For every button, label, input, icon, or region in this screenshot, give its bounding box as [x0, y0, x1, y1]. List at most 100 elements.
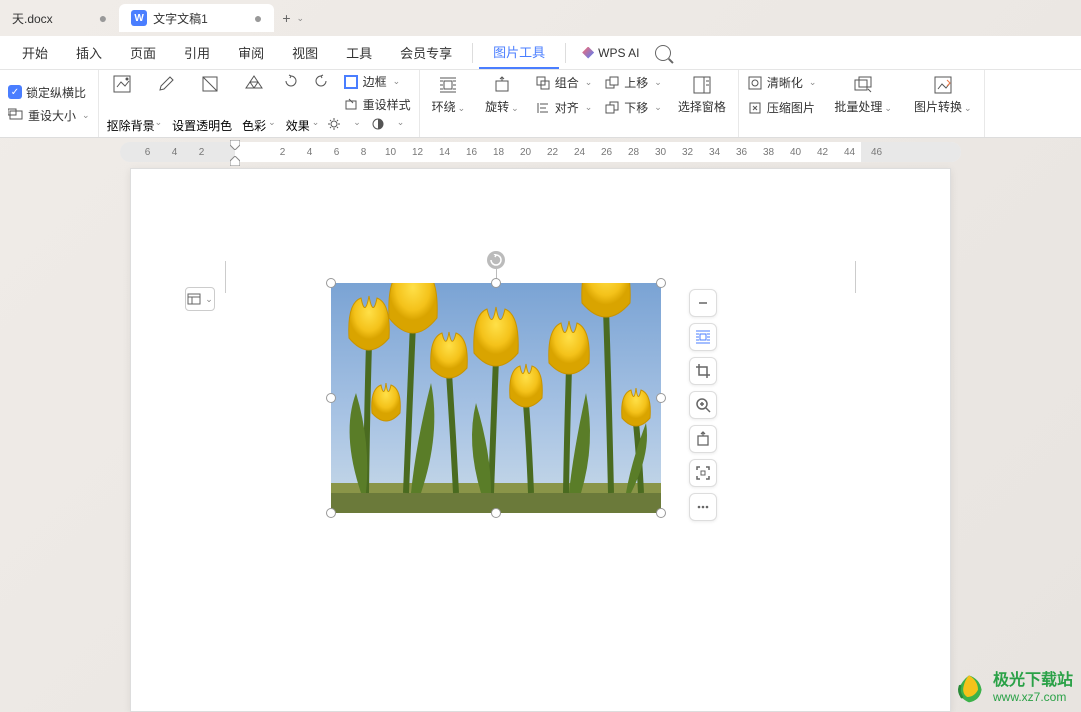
divider [565, 43, 566, 63]
compress-button[interactable]: 压缩图片 [747, 99, 817, 116]
horizontal-ruler[interactable]: 642 246810121416182022242628303234363840… [120, 142, 961, 162]
search-icon[interactable] [655, 45, 671, 61]
menu-tools[interactable]: 工具 [332, 36, 386, 69]
wps-ai-button[interactable]: WPS AI [572, 46, 649, 60]
resize-handle-bl[interactable] [326, 508, 336, 518]
batch-button[interactable]: 批量处理⌄ [830, 74, 896, 133]
chevron-down-icon: ⌄ [205, 294, 213, 305]
remove-bg-button[interactable] [107, 73, 137, 113]
margin-corner [225, 261, 257, 293]
more-icon [695, 499, 711, 515]
chevron-down-icon: ⌄ [353, 117, 361, 134]
document-tab-1[interactable]: 天.docx ● [0, 4, 119, 32]
selection-pane-icon [691, 74, 713, 96]
convert-icon [932, 74, 954, 96]
transparent-color-button[interactable] [151, 73, 181, 113]
reset-style-button[interactable]: 重设样式 [343, 96, 411, 113]
collapse-button[interactable] [689, 289, 717, 317]
resize-handle-br[interactable] [656, 508, 666, 518]
rotate-handle[interactable] [487, 251, 505, 269]
menu-insert[interactable]: 插入 [62, 36, 116, 69]
watermark-logo-icon [951, 670, 987, 706]
chevron-down-icon: ⌄ [654, 77, 662, 88]
watermark: 极光下载站 www.xz7.com [951, 670, 1073, 706]
color-button[interactable] [195, 73, 225, 113]
close-icon[interactable]: ● [254, 10, 262, 26]
eyedropper-icon [155, 73, 177, 95]
clarity-button[interactable]: 清晰化⌄ [747, 74, 817, 91]
wrap-options-button[interactable] [689, 323, 717, 351]
ruler-numbers: 642 246810121416182022242628303234363840… [134, 147, 961, 158]
ai-logo-icon [582, 47, 594, 59]
hanging-indent-marker[interactable] [230, 156, 240, 166]
adjust-group: 边框 ⌄ 重设样式 抠除背景⌄ 设置透明色 色彩⌄ 效果⌄ ⌄ ⌄ [99, 70, 420, 137]
menu-reference[interactable]: 引用 [170, 36, 224, 69]
layout-options-button[interactable]: ⌄ [185, 287, 215, 311]
group-icon [535, 75, 551, 91]
wrap-button[interactable]: 环绕⌄ [428, 74, 470, 133]
resize-handle-tl[interactable] [326, 278, 336, 288]
chevron-down-icon: ⌄ [654, 102, 662, 113]
chevron-down-icon: ⌄ [964, 103, 972, 113]
zoom-icon [695, 397, 711, 413]
compress-icon [747, 100, 763, 116]
bring-forward-button[interactable]: 上移⌄ [604, 74, 662, 91]
chevron-down-icon: ⌄ [397, 117, 405, 134]
effect-button[interactable] [239, 73, 269, 113]
resize-handle-bm[interactable] [491, 508, 501, 518]
menu-picture-tools[interactable]: 图片工具 [479, 36, 559, 69]
border-button[interactable]: 边框 ⌄ [343, 73, 411, 90]
arrange-group: 环绕⌄ 旋转⌄ 组合⌄ 对齐⌄ 上移⌄ 下移⌄ [420, 70, 739, 137]
rotate-image-button[interactable] [689, 425, 717, 453]
tab-label: 天.docx [12, 10, 53, 27]
lock-aspect-toggle[interactable]: ✓ 锁定纵横比 [8, 84, 90, 101]
chevron-down-icon: ⌄ [393, 76, 401, 87]
menu-page[interactable]: 页面 [116, 36, 170, 69]
chevron-down-icon: ⌄ [268, 117, 276, 134]
menu-view[interactable]: 视图 [278, 36, 332, 69]
rotate-right-button[interactable] [313, 73, 329, 89]
tulip-photo [331, 283, 661, 513]
label: 效果 [286, 117, 310, 134]
menu-member[interactable]: 会员专享 [386, 36, 466, 69]
reset-size-icon [8, 107, 24, 123]
first-line-indent-marker[interactable] [230, 140, 240, 150]
resize-handle-tm[interactable] [491, 278, 501, 288]
resize-handle-mr[interactable] [656, 393, 666, 403]
more-button[interactable] [689, 493, 717, 521]
zoom-button[interactable] [689, 391, 717, 419]
selected-image[interactable] [331, 283, 661, 513]
crop-button[interactable] [689, 357, 717, 385]
menu-review[interactable]: 审阅 [224, 36, 278, 69]
image-float-toolbar [689, 289, 717, 521]
group-button[interactable]: 组合⌄ [535, 74, 593, 91]
menu-bar: 开始 插入 页面 引用 审阅 视图 工具 会员专享 图片工具 WPS AI [0, 36, 1081, 70]
layout-icon [187, 292, 201, 306]
document-tab-2[interactable]: W 文字文稿1 ● [119, 4, 274, 32]
close-icon[interactable]: ● [99, 10, 107, 26]
rotate-right-icon [313, 73, 329, 89]
rotate-left-button[interactable] [283, 73, 299, 89]
color-icon [199, 73, 221, 95]
brightness-icon[interactable] [327, 117, 341, 134]
chevron-down-icon: ⌄ [297, 13, 305, 24]
selection-pane-button[interactable]: 选择窗格 [674, 74, 730, 133]
resize-handle-tr[interactable] [656, 278, 666, 288]
rotate-button[interactable]: 旋转⌄ [481, 74, 523, 133]
remove-bg-icon [111, 73, 133, 95]
border-icon [343, 74, 359, 90]
resize-handle-ml[interactable] [326, 393, 336, 403]
send-backward-button[interactable]: 下移⌄ [604, 99, 662, 116]
convert-button[interactable]: 图片转换⌄ [910, 74, 976, 133]
new-tab-button[interactable]: + ⌄ [274, 10, 312, 26]
fit-button[interactable] [689, 459, 717, 487]
contrast-icon[interactable] [371, 117, 385, 134]
align-button[interactable]: 对齐⌄ [535, 99, 593, 116]
bring-forward-icon [604, 75, 620, 91]
menu-start[interactable]: 开始 [8, 36, 62, 69]
wrap-icon [437, 74, 459, 96]
chevron-down-icon: ⌄ [82, 110, 90, 121]
reset-size-button[interactable]: 重设大小 ⌄ [8, 107, 90, 124]
picture-toolbar: ✓ 锁定纵横比 重设大小 ⌄ [0, 70, 1081, 138]
chevron-down-icon: ⌄ [312, 117, 320, 134]
